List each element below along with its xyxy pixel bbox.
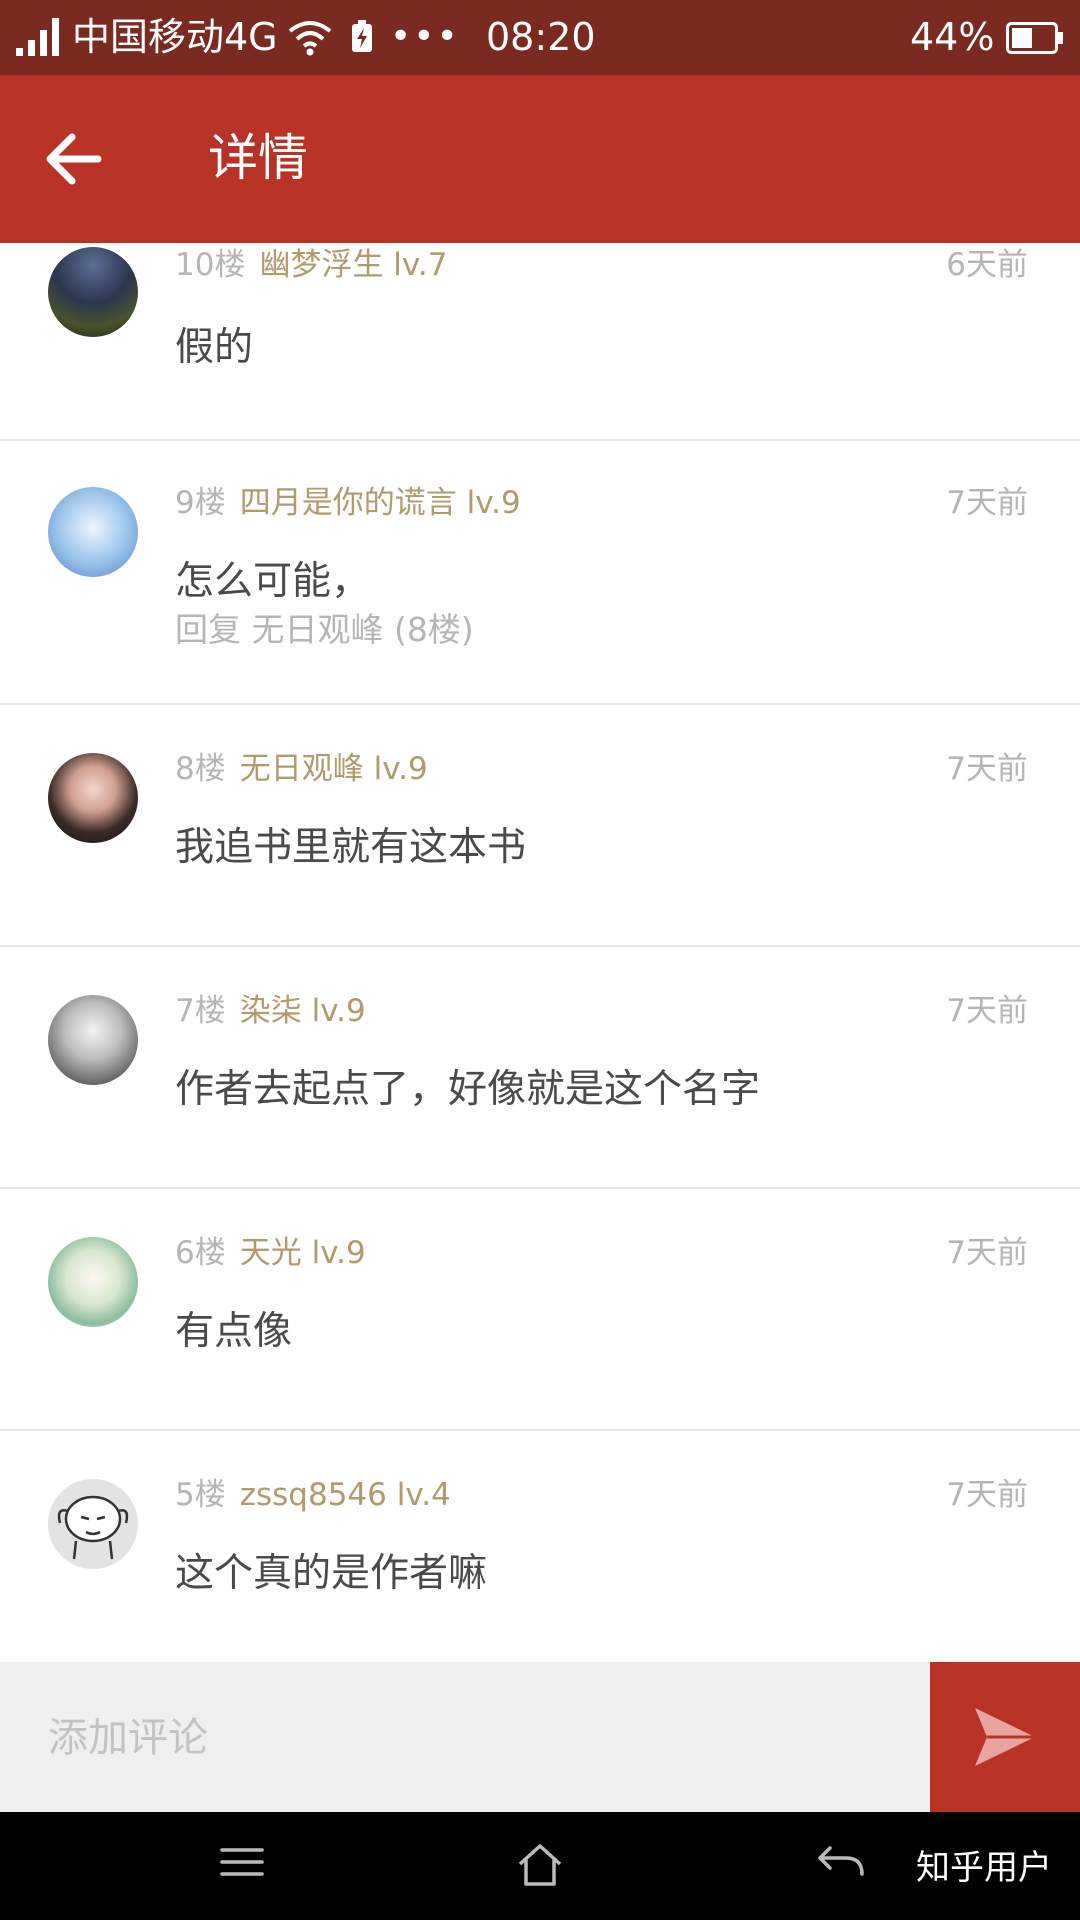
floor-number: 9楼 (175, 485, 226, 521)
comment-text: 这个真的是作者嘛 (175, 1551, 488, 1596)
charging-icon (352, 20, 372, 52)
comment-text: 作者去起点了，好像就是这个名字 (175, 1067, 761, 1112)
home-icon[interactable] (516, 1842, 564, 1888)
avatar[interactable] (48, 1479, 138, 1569)
username[interactable]: 幽梦浮生 lv.7 (259, 247, 447, 283)
watermark-label: 知乎用户 (916, 1848, 1052, 1888)
username[interactable]: 无日观峰 lv.9 (240, 751, 428, 787)
app-bar: 详情 (0, 75, 1080, 243)
comment-text: 怎么可能， (175, 559, 371, 604)
comment-item[interactable]: 10楼 幽梦浮生 lv.7 6天前 假的 (0, 243, 1080, 441)
avatar[interactable] (48, 487, 138, 577)
avatar[interactable] (48, 995, 138, 1085)
comment-list[interactable]: 10楼 幽梦浮生 lv.7 6天前 假的 9楼 四月是你的谎言 lv.9 7天前 怎… (0, 243, 1080, 1662)
comment-time: 7天前 (946, 485, 1028, 521)
comment-text: 我追书里就有这本书 (175, 825, 527, 870)
floor-number: 8楼 (175, 751, 226, 787)
menu-icon[interactable] (218, 1842, 266, 1882)
comment-time: 7天前 (946, 1477, 1028, 1513)
comment-time: 7天前 (946, 993, 1028, 1029)
system-nav-bar: 知乎用户 (0, 1812, 1080, 1920)
back-arrow-icon[interactable] (44, 129, 108, 189)
sheep-avatar-icon (57, 1495, 129, 1560)
floor-number: 5楼 (175, 1477, 226, 1513)
floor-number: 7楼 (175, 993, 226, 1029)
more-notifications-icon: ••• (390, 16, 460, 57)
signal-icon (16, 18, 59, 56)
send-button[interactable] (930, 1662, 1080, 1812)
comment-item[interactable]: 8楼 无日观峰 lv.9 7天前 我追书里就有这本书 (0, 705, 1080, 947)
comment-time: 6天前 (946, 247, 1028, 283)
page-title: 详情 (208, 129, 308, 187)
comment-time: 7天前 (946, 1235, 1028, 1271)
comment-item[interactable]: 9楼 四月是你的谎言 lv.9 7天前 怎么可能， 回复 无日观峰 (8楼) (0, 439, 1080, 705)
comment-text: 假的 (175, 325, 254, 370)
comment-item[interactable]: 6楼 天光 lv.9 7天前 有点像 (0, 1189, 1080, 1431)
clock: 08:20 (486, 15, 596, 59)
comment-item[interactable]: 7楼 染柒 lv.9 7天前 作者去起点了，好像就是这个名字 (0, 947, 1080, 1189)
floor-number: 10楼 (175, 247, 246, 283)
avatar[interactable] (48, 753, 138, 843)
battery-icon (1006, 22, 1063, 54)
username[interactable]: 天光 lv.9 (240, 1235, 366, 1271)
username[interactable]: zssq8546 lv.4 (240, 1477, 451, 1513)
comment-text: 有点像 (175, 1309, 293, 1354)
back-nav-icon[interactable] (816, 1842, 866, 1882)
comment-time: 7天前 (946, 751, 1028, 787)
avatar[interactable] (48, 1237, 138, 1327)
wifi-icon (288, 21, 332, 56)
floor-number: 6楼 (175, 1235, 226, 1271)
reply-reference[interactable]: 回复 无日观峰 (8楼) (175, 609, 474, 651)
carrier-label: 中国移动4G (72, 15, 278, 59)
username[interactable]: 染柒 lv.9 (240, 993, 366, 1029)
send-icon (975, 1708, 1035, 1766)
comment-input-bar: 添加评论 (0, 1662, 1080, 1812)
avatar[interactable] (48, 247, 138, 337)
username[interactable]: 四月是你的谎言 lv.9 (240, 485, 521, 521)
comment-input[interactable]: 添加评论 (48, 1712, 208, 1764)
comment-item[interactable]: 5楼 zssq8546 lv.4 7天前 这个真的是作者嘛 (0, 1431, 1080, 1662)
status-bar: 中国移动4G ••• 08:20 44% (0, 0, 1080, 75)
battery-percent: 44% (910, 15, 995, 59)
